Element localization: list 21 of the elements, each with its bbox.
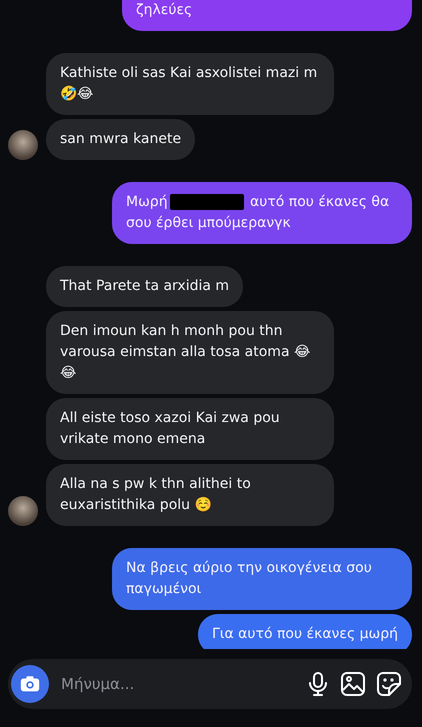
- message-bubble: san mwra kanete: [46, 119, 196, 160]
- message-input[interactable]: Μήνυμα...: [59, 672, 296, 696]
- sticker-icon: [376, 671, 402, 697]
- message-bubble: Kathiste oli sas Kai asxolistei mazi m 🤣😂: [46, 53, 334, 115]
- camera-button[interactable]: [11, 665, 49, 703]
- message-bubble: All eiste toso xazoi Kai zwa pou vrikate mono emena: [46, 398, 334, 460]
- message-bubble: Να βρεις αύριο την οικογένεια σου παγωμένοι: [112, 548, 412, 610]
- message-bubble: Alla na s pw k thn alithei to euxaristithika polu ☺: [46, 464, 334, 526]
- image-icon: [340, 671, 366, 697]
- microphone-button[interactable]: [306, 671, 330, 697]
- avatar[interactable]: [8, 496, 38, 526]
- gallery-button[interactable]: [340, 671, 366, 697]
- message-bubble: Για αυτό που έκανες μωρή: [198, 614, 412, 649]
- microphone-icon: [306, 671, 330, 697]
- message-bubble: Den imoun kan h monh pou thn varousa eimstan alla tosa atoma 😂😂: [46, 311, 334, 394]
- message-bubble: Μωρή αυτό που έκανες θα σου έρθει μπούμερανγκ: [112, 182, 412, 244]
- message-bubble: That Parete ta arxidia m: [46, 266, 244, 307]
- avatar[interactable]: [8, 130, 38, 160]
- sticker-button[interactable]: [376, 671, 402, 697]
- message-bubble: ζηλεύες: [122, 0, 412, 31]
- message-field[interactable]: Μήνυμα...: [8, 659, 412, 709]
